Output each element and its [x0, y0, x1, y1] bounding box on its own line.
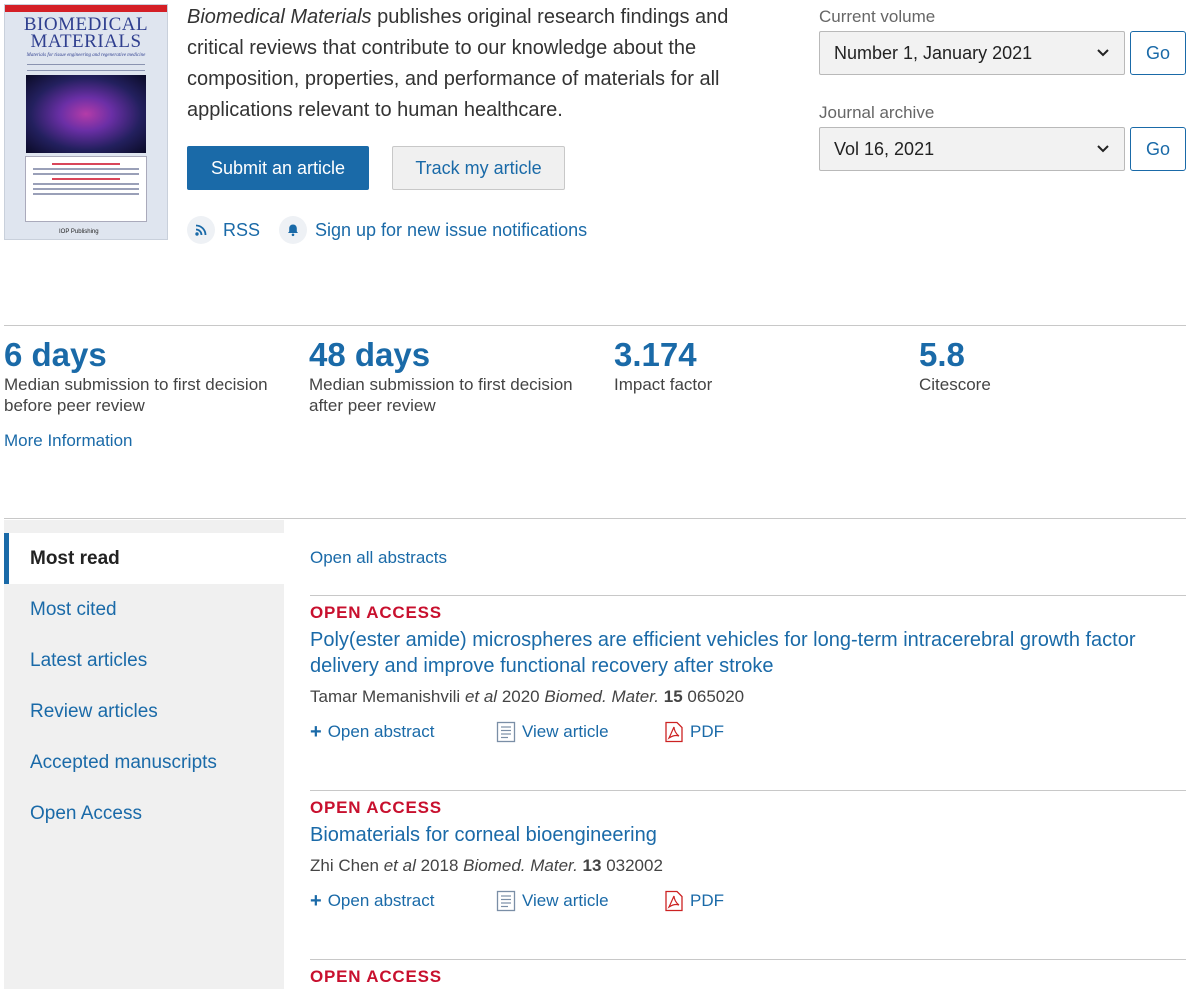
article-citation: Tamar Memanishvili et al 2020 Biomed. Ma…	[310, 687, 1186, 707]
article-title-link[interactable]: Poly(ester amide) microspheres are effic…	[310, 627, 1186, 679]
metric-citescore: 5.8 Citescore	[919, 336, 1200, 395]
current-volume-go-button[interactable]: Go	[1130, 31, 1186, 75]
divider	[4, 325, 1186, 326]
open-all-abstracts-link[interactable]: Open all abstracts	[310, 548, 447, 568]
tab-accepted-manuscripts[interactable]: Accepted manuscripts	[4, 737, 284, 788]
article-journal: Biomed. Mater.	[544, 687, 660, 706]
article-etal: et al	[464, 687, 498, 706]
metric-label: Impact factor	[614, 375, 713, 394]
article-actions: + Open abstract View article PDF	[310, 890, 1186, 912]
open-access-badge: OPEN ACCESS	[310, 967, 442, 986]
divider	[310, 595, 1186, 596]
open-access-badge: OPEN ACCESS	[310, 603, 442, 622]
metric-impact-factor: 3.174 Impact factor	[614, 336, 904, 395]
open-abstract-button[interactable]: + Open abstract	[310, 891, 496, 911]
cover-micrograph	[26, 75, 146, 153]
metric-value: 3.174	[614, 336, 697, 373]
metric-value: 6 days	[4, 336, 107, 373]
metric-label: Citescore	[919, 375, 991, 394]
article-volume: 15	[663, 687, 683, 706]
metric-value: 5.8	[919, 336, 965, 373]
rss-icon	[187, 216, 215, 244]
article-journal: Biomed. Mater.	[463, 856, 578, 875]
journal-archive-select[interactable]: Vol 16, 2021	[819, 127, 1125, 171]
tab-latest-articles[interactable]: Latest articles	[4, 635, 284, 686]
bell-icon	[279, 216, 307, 244]
more-information-link[interactable]: More Information	[4, 431, 133, 451]
cover-title: BIOMEDICAL MATERIALS	[5, 15, 167, 52]
tab-most-read[interactable]: Most read	[4, 533, 284, 584]
article-id: 065020	[687, 687, 745, 706]
current-volume-value: Number 1, January 2021	[834, 42, 1033, 63]
journal-name: Biomedical Materials	[187, 6, 372, 28]
journal-description: Biomedical Materials publishes original …	[187, 2, 767, 126]
divider	[310, 959, 1186, 960]
current-volume-select[interactable]: Number 1, January 2021	[819, 31, 1125, 75]
journal-cover-image[interactable]: BIOMEDICAL MATERIALS Materials for tissu…	[4, 4, 168, 240]
document-icon	[496, 890, 516, 912]
cover-publisher: IOP Publishing	[59, 229, 99, 235]
metric-label: Median submission to first decision befo…	[4, 375, 268, 415]
open-abstract-label: Open abstract	[327, 722, 435, 741]
plus-icon: +	[310, 890, 322, 912]
article-year: 2018	[420, 856, 459, 875]
plus-icon: +	[310, 721, 322, 743]
rss-label: RSS	[223, 219, 261, 240]
journal-archive-go-button[interactable]: Go	[1130, 127, 1186, 171]
cover-red-bar	[5, 5, 167, 12]
article-year: 2020	[501, 687, 540, 706]
open-abstract-button[interactable]: + Open abstract	[310, 722, 496, 742]
journal-archive-label: Journal archive	[819, 103, 935, 122]
chevron-down-icon	[1096, 141, 1110, 157]
journal-archive-value: Vol 16, 2021	[834, 138, 935, 159]
article-actions: + Open abstract View article PDF	[310, 721, 1186, 743]
cover-subtitle: Materials for tissue engineering and reg…	[26, 53, 146, 58]
pdf-icon	[665, 890, 683, 912]
cover-title-line2: MATERIALS	[30, 31, 142, 52]
article-list-tabs: Most read Most cited Latest articles Rev…	[4, 520, 284, 989]
cover-strip	[27, 64, 145, 71]
article-authors: Zhi Chen	[310, 856, 379, 875]
tab-open-access[interactable]: Open Access	[4, 788, 284, 839]
track-article-button[interactable]: Track my article	[392, 146, 565, 190]
article-volume: 13	[582, 856, 602, 875]
current-volume-label: Current volume	[819, 7, 936, 26]
divider	[4, 518, 1186, 519]
view-article-label: View article	[522, 722, 609, 741]
metric-label: Median submission to first decision afte…	[309, 375, 573, 415]
open-access-badge: OPEN ACCESS	[310, 798, 442, 817]
divider	[310, 790, 1186, 791]
pdf-link[interactable]: PDF	[664, 890, 724, 912]
notify-label: Sign up for new issue notifications	[315, 219, 588, 240]
metric-before-review: 6 days Median submission to first decisi…	[4, 336, 294, 416]
view-article-link[interactable]: View article	[496, 890, 664, 912]
metric-value: 48 days	[309, 336, 431, 373]
tab-most-cited[interactable]: Most cited	[4, 584, 284, 635]
article-title-link[interactable]: Biomaterials for corneal bioengineering	[310, 822, 1186, 848]
article-item: OPEN ACCESS Biomaterials for corneal bio…	[310, 798, 1186, 912]
article-item: OPEN ACCESS	[310, 967, 1186, 987]
rss-link[interactable]: RSS	[187, 215, 260, 245]
pdf-icon	[665, 721, 683, 743]
metric-after-review: 48 days Median submission to first decis…	[309, 336, 599, 416]
chevron-down-icon	[1096, 45, 1110, 61]
article-citation: Zhi Chen et al 2018 Biomed. Mater. 13 03…	[310, 856, 1186, 876]
document-icon	[496, 721, 516, 743]
view-article-link[interactable]: View article	[496, 721, 664, 743]
pdf-link[interactable]: PDF	[664, 721, 724, 743]
view-article-label: View article	[522, 891, 609, 910]
article-authors: Tamar Memanishvili	[310, 687, 461, 706]
open-abstract-label: Open abstract	[327, 891, 435, 910]
cover-contents-box	[25, 156, 147, 222]
article-id: 032002	[606, 856, 663, 875]
article-item: OPEN ACCESS Poly(ester amide) microspher…	[310, 603, 1186, 743]
issue-notifications-link[interactable]: Sign up for new issue notifications	[279, 215, 587, 245]
pdf-label: PDF	[690, 722, 724, 741]
tab-review-articles[interactable]: Review articles	[4, 686, 284, 737]
article-etal: et al	[383, 856, 416, 875]
submit-article-button[interactable]: Submit an article	[187, 146, 369, 190]
pdf-label: PDF	[690, 891, 724, 910]
